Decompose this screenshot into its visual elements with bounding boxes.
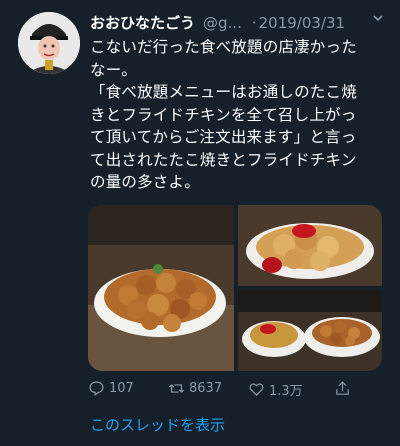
media-grid	[88, 205, 382, 371]
photo-table-spread[interactable]	[238, 290, 382, 371]
photo-takoyaki-plate[interactable]	[88, 205, 234, 371]
display-name[interactable]: おおひなたごう	[90, 14, 195, 32]
tweet-actions: 107 8637 1.3万	[88, 380, 388, 402]
retweet-count: 8637	[189, 381, 223, 396]
reply-icon	[89, 381, 104, 397]
user-handle[interactable]: @g...	[203, 14, 242, 32]
photo-fried-chicken[interactable]	[238, 205, 382, 286]
like-count: 1.3万	[269, 384, 303, 399]
avatar[interactable]	[18, 12, 80, 74]
retweet-button[interactable]: 8637	[168, 380, 222, 397]
retweet-icon	[168, 384, 185, 393]
show-thread-link[interactable]: このスレッドを表示	[90, 414, 225, 435]
like-button[interactable]: 1.3万	[248, 380, 303, 399]
reply-count: 107	[109, 381, 134, 396]
avatar-image	[18, 12, 80, 74]
reply-button[interactable]: 107	[88, 380, 134, 397]
share-button[interactable]	[334, 380, 351, 397]
tweet-text: こないだ行った食べ放題の店凄かった なー。 「食べ放題メニューはお通しのたこ焼 …	[90, 38, 357, 191]
share-icon	[336, 381, 349, 395]
separator-dot: ·	[251, 14, 257, 32]
tweet-header: おおひなたごう @g... · 2019/03/31	[90, 12, 400, 32]
tweet-date[interactable]: 2019/03/31	[259, 14, 345, 32]
chevron-down-icon[interactable]	[372, 12, 384, 28]
heart-icon	[249, 383, 264, 397]
